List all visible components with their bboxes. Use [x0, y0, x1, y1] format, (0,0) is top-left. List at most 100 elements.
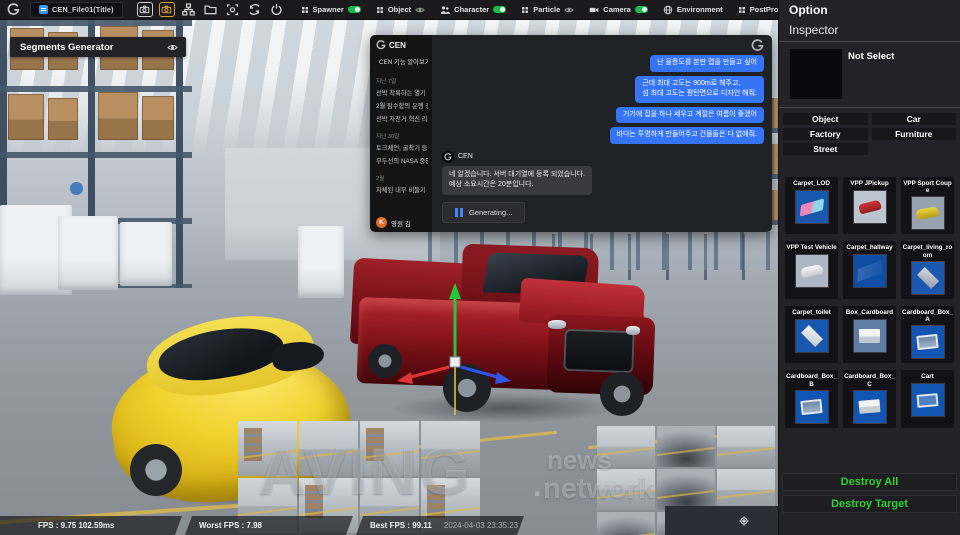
eye-icon[interactable]	[564, 5, 574, 15]
segments-generator-panel[interactable]: Segments Generator	[10, 37, 186, 57]
hierarchy-button[interactable]	[181, 2, 197, 17]
gizmo-z-axis-handle[interactable]	[460, 365, 502, 380]
category-object-button[interactable]: Object	[783, 113, 868, 125]
category-street-button[interactable]: Street	[783, 143, 868, 155]
asset-label: Box_Cardboard	[845, 308, 894, 316]
segments-visibility-button[interactable]	[167, 42, 178, 53]
camera-thumbnail[interactable]	[421, 421, 480, 476]
asset-tile[interactable]: Carpet_living_room	[901, 241, 954, 299]
minmax-segment: Worst FPS : 7.98	[185, 516, 353, 535]
assistant-name: CEN	[458, 153, 473, 160]
spawner-toggle-on[interactable]	[347, 6, 361, 13]
camera-toggle-on[interactable]	[634, 6, 648, 13]
category-furniture-button[interactable]: Furniture	[871, 128, 956, 140]
destroy-all-button[interactable]: Destroy All	[782, 473, 957, 491]
viewport-3d-scene[interactable]: Segments Generator CEN CEN 기능 알아보기 지난 7일…	[0, 20, 778, 535]
fps-value: FPS : 9.75 102.59ms	[38, 521, 115, 530]
gizmo-y-arrowhead[interactable]	[449, 283, 461, 299]
gizmo-z-arrowhead[interactable]	[495, 372, 511, 384]
menu-spawner[interactable]: Spawner	[301, 5, 361, 14]
category-factory-button[interactable]: Factory	[783, 128, 868, 140]
grid-icon	[376, 6, 383, 13]
camera-thumbnail[interactable]	[657, 426, 715, 467]
chat-history-section-label: 지난 30일	[376, 134, 400, 140]
chat-app-name: CEN	[389, 40, 406, 50]
gizmo-center-handle[interactable]	[449, 356, 461, 368]
asset-tile[interactable]: Carpet_hallway	[843, 241, 896, 299]
power-button[interactable]	[269, 2, 285, 17]
user-message: 거기에 집을 하나 세우고 계절은 여름이 좋겠어	[615, 106, 764, 123]
menu-camera[interactable]: Camera	[589, 5, 648, 15]
camera-thumbnail[interactable]	[657, 469, 715, 510]
asset-tile[interactable]: VPP Test Vehicle	[785, 241, 838, 299]
eye-icon[interactable]	[415, 5, 425, 15]
refresh-button[interactable]	[247, 2, 263, 17]
gizmo-x-axis-handle[interactable]	[406, 365, 450, 380]
asset-label: VPP Sport Coupe	[903, 180, 952, 195]
chat-history-item[interactable]: 토크체인, 굴착기 등의 공..	[376, 143, 428, 152]
cardboard-crate	[142, 96, 174, 140]
camera-thumbnail[interactable]	[360, 421, 419, 476]
camera-thumbnail[interactable]	[238, 421, 297, 476]
asset-tile[interactable]: Cardboard_Box_A	[901, 305, 954, 364]
asset-label: VPP Test Vehicle	[786, 244, 837, 252]
destroy-target-button[interactable]: Destroy Target	[782, 495, 957, 513]
videocam-icon	[589, 7, 599, 12]
asset-tile[interactable]: VPP JPickup	[843, 177, 896, 235]
chat-history-item[interactable]: 선박 자전거 혁신 리소스	[376, 114, 428, 123]
chat-history-item[interactable]: 무두선의 NASA 중앙 버..	[376, 156, 428, 165]
wrapped-pallet-stack	[120, 222, 172, 286]
watermark-dot: .	[533, 470, 542, 503]
chat-history-section-label: 2월	[376, 176, 385, 182]
menu-character[interactable]: Character	[440, 5, 507, 15]
selection-preview-box	[790, 49, 842, 99]
gizmo-x-arrowhead[interactable]	[397, 372, 413, 384]
asset-tile[interactable]: Cardboard_Box_B	[785, 370, 838, 428]
generating-status-button[interactable]: Generating...	[442, 202, 526, 224]
asset-tile[interactable]: Cart	[901, 370, 954, 428]
asset-tile[interactable]: Box_Cardboard	[843, 305, 896, 364]
asset-thumbnail	[910, 196, 945, 231]
screenshot-camera-button[interactable]	[136, 2, 153, 17]
asset-tile[interactable]: Carpet_toilet	[785, 305, 838, 364]
asset-label: Carpet_LOD	[793, 180, 830, 187]
menu-environment[interactable]: Environment	[663, 5, 723, 15]
file-title-button[interactable]: CEN_File01(Title)	[30, 1, 123, 18]
camera-thumbnail[interactable]	[299, 421, 358, 476]
menu-particle[interactable]: Particle	[521, 5, 574, 15]
chat-history-item[interactable]: 자체된 내부 비둘기 둥지	[376, 185, 428, 194]
camera-thumbnail[interactable]	[717, 469, 775, 510]
gear-icon[interactable]	[738, 515, 750, 527]
user-message: 근데 최대 고도는 900m로 해주고, 섬 최대 고도는 평탄면으로 디자인 …	[635, 75, 764, 103]
chat-history-item[interactable]: 선박 착륙하는 열기	[376, 88, 428, 97]
file-icon	[39, 5, 48, 14]
camera-thumbnail[interactable]	[597, 512, 655, 535]
focus-view-button[interactable]	[225, 2, 241, 17]
asset-tile[interactable]: VPP Sport Coupe	[901, 177, 954, 235]
cen-logo-icon	[751, 39, 764, 52]
character-toggle-on[interactable]	[493, 6, 507, 13]
timestamp: 2024-04-03 23:35:23	[443, 521, 519, 530]
chat-history-item[interactable]: 2월 잠수함의 운행 경로	[376, 101, 428, 110]
asset-tile[interactable]: Cardboard_Box_C	[843, 370, 896, 428]
open-folder-button[interactable]	[203, 2, 219, 17]
asset-label: Carpet_living_room	[902, 244, 953, 259]
camera-thumbnail[interactable]	[597, 426, 655, 467]
file-title-label: CEN_File01(Title)	[52, 5, 114, 14]
asset-label: Cart	[921, 373, 934, 381]
chat-guide-item[interactable]: CEN 기능 알아보기	[376, 57, 428, 66]
record-camera-button[interactable]	[158, 2, 175, 17]
asset-thumbnail	[794, 254, 829, 289]
asset-grid: Carpet_LOD VPP JPickup VPP Sport Coupe V…	[779, 159, 960, 434]
best-fps-value: Best FPS : 99.11	[370, 521, 432, 530]
inspector-body: Not Select	[779, 42, 960, 108]
camera-thumbnail[interactable]	[597, 469, 655, 510]
assistant-header: CEN	[442, 150, 592, 163]
camera-thumbnail[interactable]	[717, 426, 775, 467]
category-car-button[interactable]: Car	[871, 113, 956, 125]
menu-object[interactable]: Object	[376, 5, 425, 15]
toolbar-icon-group	[136, 2, 285, 17]
chat-user-account[interactable]: K 영원 김	[376, 217, 428, 228]
pause-icon	[455, 208, 463, 218]
asset-tile[interactable]: Carpet_LOD	[785, 177, 838, 235]
